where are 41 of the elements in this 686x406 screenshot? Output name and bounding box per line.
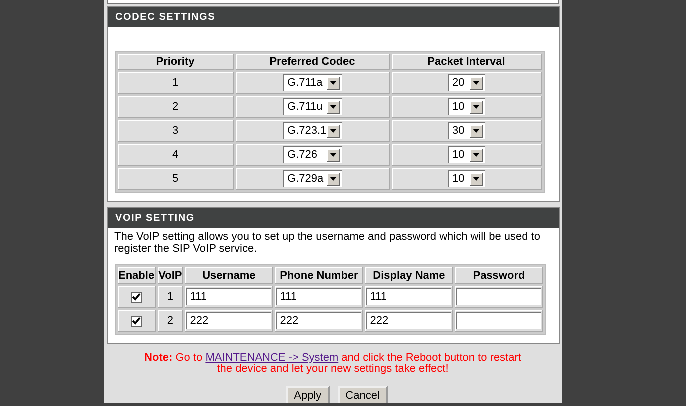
password-field[interactable] — [456, 288, 542, 306]
password-field[interactable] — [456, 312, 542, 330]
display-name-field[interactable]: 111 — [366, 288, 452, 306]
interval-dropdown[interactable]: 30 — [448, 122, 486, 140]
column-header: Priority — [118, 54, 234, 70]
table-cell: 1 — [118, 72, 234, 94]
maintenance-link[interactable]: MAINTENANCE -> System — [206, 352, 339, 364]
note-text: Note: Go to MAINTENANCE -> System and click the Reboot button to restart the device and let your new settings take effect! — [144, 353, 522, 375]
interval-dropdown[interactable]: 20 — [448, 74, 486, 92]
table-cell: 3 — [118, 120, 234, 142]
column-header: Packet Interval — [392, 54, 542, 70]
codec-dropdown[interactable]: G.729a — [282, 170, 342, 188]
codec-dropdown[interactable]: G.711a — [282, 74, 342, 92]
codec-dropdown[interactable]: G.711u — [282, 98, 342, 116]
column-header: Phone Number — [275, 267, 364, 284]
interval-dropdown[interactable]: 10 — [448, 98, 486, 116]
username-field[interactable]: 222 — [186, 312, 272, 330]
username-field[interactable]: 111 — [186, 288, 272, 306]
interval-dropdown[interactable]: 10 — [448, 146, 486, 164]
column-header: Enable — [118, 267, 156, 284]
enable-checkbox[interactable] — [131, 292, 142, 303]
column-header: Username — [185, 267, 274, 284]
codec-dropdown[interactable]: G.726 — [282, 146, 342, 164]
table-cell: 4 — [118, 144, 234, 166]
table-cell: 5 — [118, 168, 234, 190]
section-header: VOIP SETTING — [108, 208, 558, 228]
display-name-field[interactable]: 222 — [366, 312, 452, 330]
codec-dropdown[interactable]: G.723.1 — [282, 122, 342, 140]
interval-dropdown[interactable]: 10 — [448, 170, 486, 188]
table-cell: 2 — [158, 310, 184, 332]
column-header: Display Name — [365, 267, 454, 284]
section-header: CODEC SETTINGS — [108, 7, 558, 27]
enable-checkbox[interactable] — [131, 316, 142, 327]
phone-number-field[interactable]: 111 — [276, 288, 362, 306]
phone-number-field[interactable]: 222 — [276, 312, 362, 330]
column-header: VoIP — [158, 267, 184, 284]
table-cell: 2 — [118, 96, 234, 118]
column-header: Preferred Codec — [236, 54, 390, 70]
table-cell: 1 — [158, 286, 184, 308]
column-header: Password — [455, 267, 544, 284]
description-text: The VoIP setting allows you to set up the username and password which will be used to register the SIP VoIP service. — [114, 231, 542, 255]
